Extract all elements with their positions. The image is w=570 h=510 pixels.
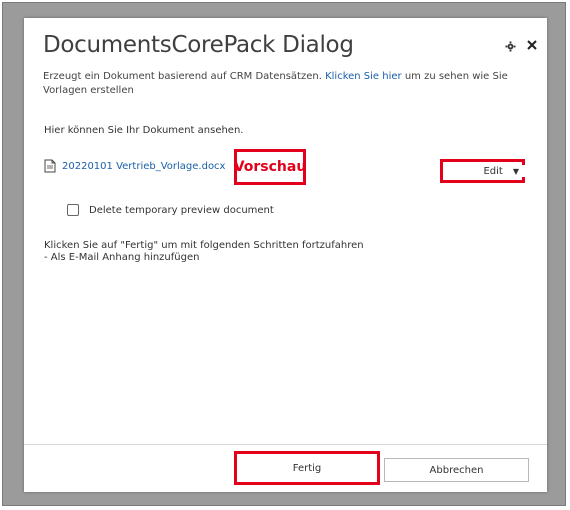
edit-dropdown-button[interactable]: Edit ▼ bbox=[446, 165, 525, 177]
delete-preview-option: Delete temporary preview document bbox=[67, 204, 274, 216]
next-steps-line: Klicken Sie auf "Fertig" um mit folgende… bbox=[44, 240, 364, 251]
preview-annotation-box: Vorschau bbox=[234, 149, 306, 185]
intro-text: Hier können Sie Ihr Dokument ansehen. bbox=[44, 125, 244, 136]
finish-annotation-box: Fertig bbox=[234, 451, 380, 485]
footer-divider bbox=[24, 444, 547, 445]
finish-button[interactable]: Fertig bbox=[239, 456, 375, 480]
next-steps-info: Klicken Sie auf "Fertig" um mit folgende… bbox=[44, 240, 364, 264]
close-icon[interactable] bbox=[525, 38, 539, 52]
documentscorepack-dialog: DocumentsCorePack Dialog Erzeugt ein Dok… bbox=[24, 18, 547, 492]
edit-label: Edit bbox=[483, 165, 503, 177]
caret-down-icon: ▼ bbox=[512, 166, 519, 176]
dialog-title: DocumentsCorePack Dialog bbox=[43, 32, 354, 58]
description-text: Erzeugt ein Dokument basierend auf CRM D… bbox=[43, 71, 322, 82]
cancel-button[interactable]: Abbrechen bbox=[384, 458, 529, 482]
document-icon bbox=[44, 159, 56, 173]
document-link[interactable]: 20220101 Vertrieb_Vorlage.docx bbox=[62, 161, 225, 172]
delete-preview-checkbox[interactable] bbox=[67, 204, 79, 216]
next-step-item: - Als E-Mail Anhang hinzufügen bbox=[44, 252, 200, 263]
help-link[interactable]: Klicken Sie hier bbox=[325, 71, 402, 82]
delete-preview-label: Delete temporary preview document bbox=[89, 204, 274, 216]
edit-annotation-box: Edit ▼ bbox=[440, 159, 525, 183]
document-row: 20220101 Vertrieb_Vorlage.docx bbox=[44, 158, 225, 174]
dialog-description: Erzeugt ein Dokument basierend auf CRM D… bbox=[43, 70, 531, 98]
preview-annotation: Vorschau bbox=[233, 159, 307, 175]
gear-icon[interactable] bbox=[504, 40, 516, 52]
